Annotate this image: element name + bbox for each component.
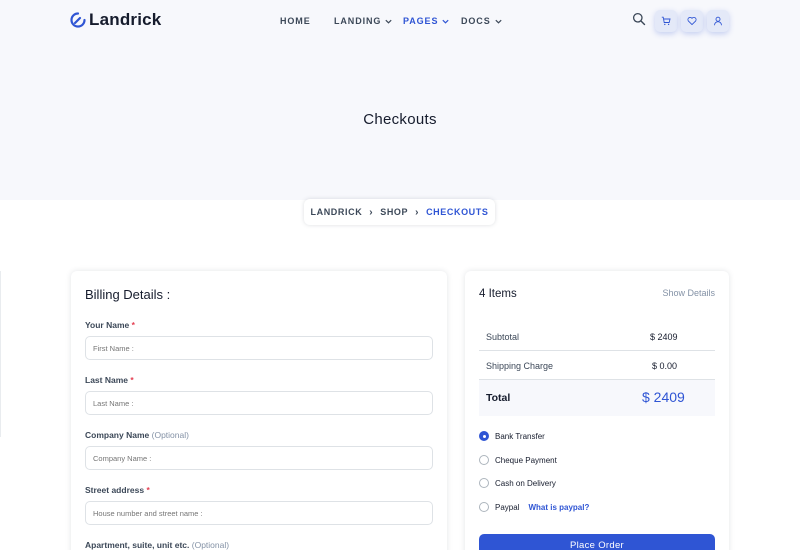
- field-label-last-name: Last Name *: [85, 375, 134, 385]
- total-label: Total: [486, 392, 511, 404]
- company-name-input[interactable]: [85, 446, 433, 470]
- radio-label: Cash on Delivery: [495, 478, 556, 488]
- required-mark: *: [146, 485, 150, 495]
- required-mark: *: [130, 375, 134, 385]
- breadcrumb-item-landrick[interactable]: LANDRICK: [311, 207, 363, 217]
- what-is-paypal-link[interactable]: What is paypal?: [528, 503, 589, 512]
- order-summary-card: 4 Items Show Details Subtotal $ 2409 Shi…: [465, 271, 729, 550]
- radio-button[interactable]: [479, 478, 489, 488]
- label-text: Last Name: [85, 375, 128, 385]
- field-label-company: Company Name (Optional): [85, 430, 189, 440]
- total-value: $ 2409: [642, 389, 685, 405]
- radio-button[interactable]: [479, 455, 489, 465]
- row-value: $ 2409: [650, 332, 678, 342]
- radio-button[interactable]: [479, 502, 489, 512]
- label-text: Street address: [85, 485, 145, 495]
- shipping-row: Shipping Charge $ 0.00: [479, 351, 715, 380]
- label-text: Company Name: [85, 430, 150, 440]
- street-address-input[interactable]: [85, 501, 433, 525]
- first-name-input[interactable]: [85, 336, 433, 360]
- items-count: 4 Items: [479, 288, 517, 300]
- breadcrumb-item-shop[interactable]: SHOP: [380, 207, 408, 217]
- search-icon[interactable]: [632, 12, 646, 26]
- wishlist-button[interactable]: [681, 10, 703, 32]
- nav-item-label: LANDING: [334, 16, 382, 26]
- nav-item-label: PAGES: [403, 16, 439, 26]
- nav-item-landing[interactable]: LANDING: [334, 16, 393, 26]
- breadcrumb: LANDRICK › SHOP › CHECKOUTS: [304, 199, 495, 225]
- user-icon: [714, 16, 722, 26]
- nav-item-home[interactable]: HOME: [280, 16, 311, 26]
- last-name-input[interactable]: [85, 391, 433, 415]
- optional-mark: (Optional): [151, 430, 189, 440]
- row-label: Subtotal: [486, 332, 520, 342]
- radio-label: Bank Transfer: [495, 431, 545, 441]
- chevron-down-icon: [385, 19, 392, 24]
- breadcrumb-item-checkouts: CHECKOUTS: [426, 207, 489, 217]
- page-title: Checkouts: [363, 111, 437, 128]
- nav-item-label: HOME: [280, 16, 311, 26]
- optional-mark: (Optional): [191, 540, 230, 550]
- main-menu: HOME LANDING PAGES DOCS: [0, 16, 800, 28]
- cart-icon: [661, 16, 671, 26]
- radio-label: Paypal: [495, 502, 520, 512]
- place-order-button[interactable]: Place Order: [479, 534, 715, 550]
- payment-option-bank-transfer[interactable]: Bank Transfer: [479, 431, 545, 441]
- heart-icon: [687, 16, 697, 26]
- payment-option-paypal[interactable]: Paypal What is paypal?: [479, 502, 589, 512]
- label-text: Apartment, suite, unit etc.: [85, 540, 190, 550]
- divider: [0, 271, 1, 437]
- account-button[interactable]: [707, 10, 729, 32]
- cart-button[interactable]: [655, 10, 677, 32]
- chevron-down-icon: [494, 19, 502, 24]
- total-row: Total $ 2409: [479, 380, 715, 416]
- radio-label: Cheque Payment: [495, 455, 557, 465]
- show-details-link[interactable]: Show Details: [662, 288, 715, 298]
- subtotal-row: Subtotal $ 2409: [479, 322, 715, 351]
- field-label-apartment: Apartment, suite, unit etc. (Optional): [85, 540, 229, 550]
- row-value: $ 0.00: [652, 361, 678, 371]
- row-label: Shipping Charge: [486, 361, 554, 371]
- nav-item-label: DOCS: [461, 16, 491, 26]
- breadcrumb-separator: ›: [369, 206, 374, 218]
- chevron-down-icon: [442, 19, 449, 24]
- payment-option-cod[interactable]: Cash on Delivery: [479, 478, 556, 488]
- required-mark: *: [131, 320, 135, 330]
- nav-item-pages[interactable]: PAGES: [403, 16, 450, 26]
- radio-button[interactable]: [479, 431, 489, 441]
- nav-item-docs[interactable]: DOCS: [461, 16, 503, 26]
- billing-title: Billing Details :: [85, 287, 171, 302]
- breadcrumb-separator: ›: [415, 206, 420, 218]
- payment-option-cheque[interactable]: Cheque Payment: [479, 455, 557, 465]
- label-text: Your Name: [85, 320, 130, 330]
- top-nav: Landrick HOME LANDING PAGES DOCS: [0, 0, 800, 42]
- field-label-first-name: Your Name *: [85, 320, 135, 330]
- field-label-street: Street address *: [85, 485, 150, 495]
- billing-card: Billing Details : Your Name * Last Name …: [71, 271, 447, 550]
